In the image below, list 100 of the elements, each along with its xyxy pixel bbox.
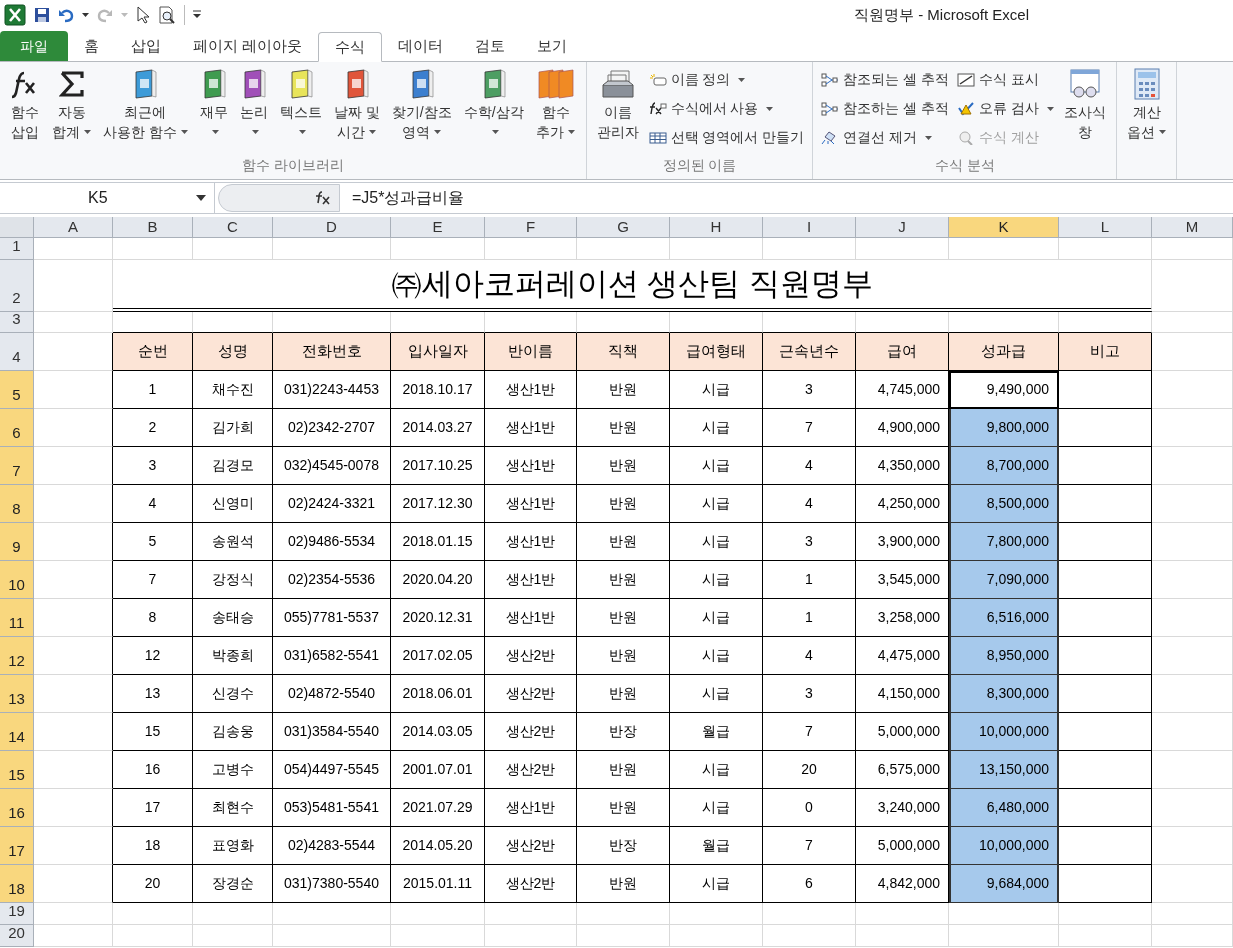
row-header[interactable]: 19 (0, 903, 34, 925)
row-header[interactable]: 15 (0, 751, 34, 789)
column-header[interactable]: G (577, 217, 670, 238)
table-cell: 4 (763, 637, 856, 675)
table-cell: 시급 (670, 485, 763, 523)
ribbon-button[interactable]: 수식 표시 (953, 66, 1058, 93)
column-header[interactable]: C (193, 217, 273, 238)
ribbon-button[interactable]: 텍스트 (273, 62, 328, 152)
row-header[interactable]: 9 (0, 523, 34, 561)
ribbon-button[interactable]: 이름 정의 (644, 66, 809, 93)
column-header[interactable]: A (34, 217, 113, 238)
table-cell: 생산1반 (485, 599, 577, 637)
header-cell: 입사일자 (391, 333, 485, 371)
formula-field[interactable]: =J5*성과급비율 (340, 183, 1233, 213)
table-cell: 시급 (670, 751, 763, 789)
row-header[interactable]: 8 (0, 485, 34, 523)
row-header[interactable]: 11 (0, 599, 34, 637)
table-cell: 생산1반 (485, 371, 577, 409)
file-tab[interactable]: 파일 (0, 31, 68, 61)
table-cell: 송태승 (193, 599, 273, 637)
table-cell: 반원 (577, 789, 670, 827)
ribbon-tab[interactable]: 페이지 레이아웃 (177, 31, 319, 61)
row-header[interactable]: 10 (0, 561, 34, 599)
row-header[interactable]: 16 (0, 789, 34, 827)
row-header[interactable]: 6 (0, 409, 34, 447)
ribbon-button[interactable]: 조사식 창 (1058, 62, 1112, 152)
ribbon-button[interactable]: 논리 (233, 62, 274, 152)
table-cell: 053)5481-5541 (273, 789, 391, 827)
ribbon-tab[interactable]: 삽입 (115, 31, 177, 61)
row-header[interactable]: 12 (0, 637, 34, 675)
column-header[interactable]: J (856, 217, 949, 238)
table-cell: 17 (113, 789, 193, 827)
table-cell: 반원 (577, 447, 670, 485)
table-cell: 4 (763, 447, 856, 485)
ribbon-button[interactable]: 수식에서 사용 (644, 95, 809, 122)
row-header[interactable]: 4 (0, 333, 34, 371)
table-cell: 9,684,000 (949, 865, 1059, 903)
table-cell: 9,490,000 (949, 371, 1059, 409)
table-cell: 02)2354-5536 (273, 561, 391, 599)
row-header[interactable]: 18 (0, 865, 34, 903)
table-cell: 13,150,000 (949, 751, 1059, 789)
ribbon-button[interactable]: 오류 검사 (953, 95, 1058, 122)
row-header[interactable]: 2 (0, 260, 34, 312)
ribbon-tab[interactable]: 수식 (318, 32, 383, 62)
ribbon-button[interactable]: 이름 관리자 (590, 62, 645, 152)
table-cell: 02)2424-3321 (273, 485, 391, 523)
table-cell: 3 (763, 371, 856, 409)
table-cell: 반장 (577, 713, 670, 751)
ribbon-button[interactable]: 함수 삽입 (4, 62, 46, 152)
ribbon-button[interactable]: 계산 옵션 (1121, 62, 1172, 152)
ribbon-button[interactable]: 수학/삼각 (457, 62, 530, 152)
column-header[interactable]: B (113, 217, 193, 238)
ribbon-button[interactable]: 재무 (193, 62, 234, 152)
ribbon-tab[interactable]: 데이터 (382, 31, 460, 61)
row-header[interactable]: 17 (0, 827, 34, 865)
header-cell: 성명 (193, 333, 273, 371)
table-cell: 2018.10.17 (391, 371, 485, 409)
ribbon-tab[interactable]: 검토 (459, 31, 522, 61)
table-cell: 생산2반 (485, 827, 577, 865)
column-header[interactable]: H (670, 217, 763, 238)
table-cell: 월급 (670, 713, 763, 751)
ribbon-button[interactable]: 함수 추가 (529, 62, 582, 152)
ribbon-button[interactable]: 최근에 사용한 함수 (97, 62, 194, 152)
table-cell: 8,950,000 (949, 637, 1059, 675)
ribbon-button[interactable]: 자동 합계 (46, 62, 97, 152)
table-cell: 4 (763, 485, 856, 523)
ribbon-button[interactable]: 선택 영역에서 만들기 (644, 124, 809, 151)
table-cell: 9,800,000 (949, 409, 1059, 447)
ribbon-button[interactable]: 찾기/참조 영역 (385, 62, 458, 152)
table-cell: 0 (763, 789, 856, 827)
column-header[interactable]: F (485, 217, 577, 238)
table-cell: 월급 (670, 827, 763, 865)
table-cell: 시급 (670, 599, 763, 637)
row-header[interactable]: 7 (0, 447, 34, 485)
table-cell: 1 (113, 371, 193, 409)
row-header[interactable]: 1 (0, 238, 34, 260)
ribbon-tab[interactable]: 홈 (68, 31, 115, 61)
table-cell: 15 (113, 713, 193, 751)
ribbon-button[interactable]: 날짜 및 시간 (327, 62, 386, 152)
table-cell: 반원 (577, 865, 670, 903)
table-cell: 송원석 (193, 523, 273, 561)
column-header[interactable]: I (763, 217, 856, 238)
column-header[interactable]: L (1059, 217, 1152, 238)
ribbon-tab[interactable]: 보기 (521, 31, 584, 61)
column-header[interactable]: D (273, 217, 391, 238)
ribbon-button[interactable]: 참조되는 셀 추적 (817, 66, 954, 93)
table-cell: 10,000,000 (949, 827, 1059, 865)
column-header[interactable]: M (1152, 217, 1233, 238)
row-header[interactable]: 20 (0, 925, 34, 947)
row-header[interactable]: 14 (0, 713, 34, 751)
ribbon-button[interactable]: 연결선 제거 (817, 124, 954, 151)
table-cell: 8 (113, 599, 193, 637)
column-header[interactable]: E (391, 217, 485, 238)
row-header[interactable]: 13 (0, 675, 34, 713)
row-header[interactable]: 3 (0, 312, 34, 333)
name-box[interactable]: K5 (0, 183, 215, 213)
row-header[interactable]: 5 (0, 371, 34, 409)
ribbon-button[interactable]: 참조하는 셀 추적 (817, 95, 954, 122)
header-cell: 비고 (1059, 333, 1152, 371)
column-header[interactable]: K (949, 217, 1059, 238)
